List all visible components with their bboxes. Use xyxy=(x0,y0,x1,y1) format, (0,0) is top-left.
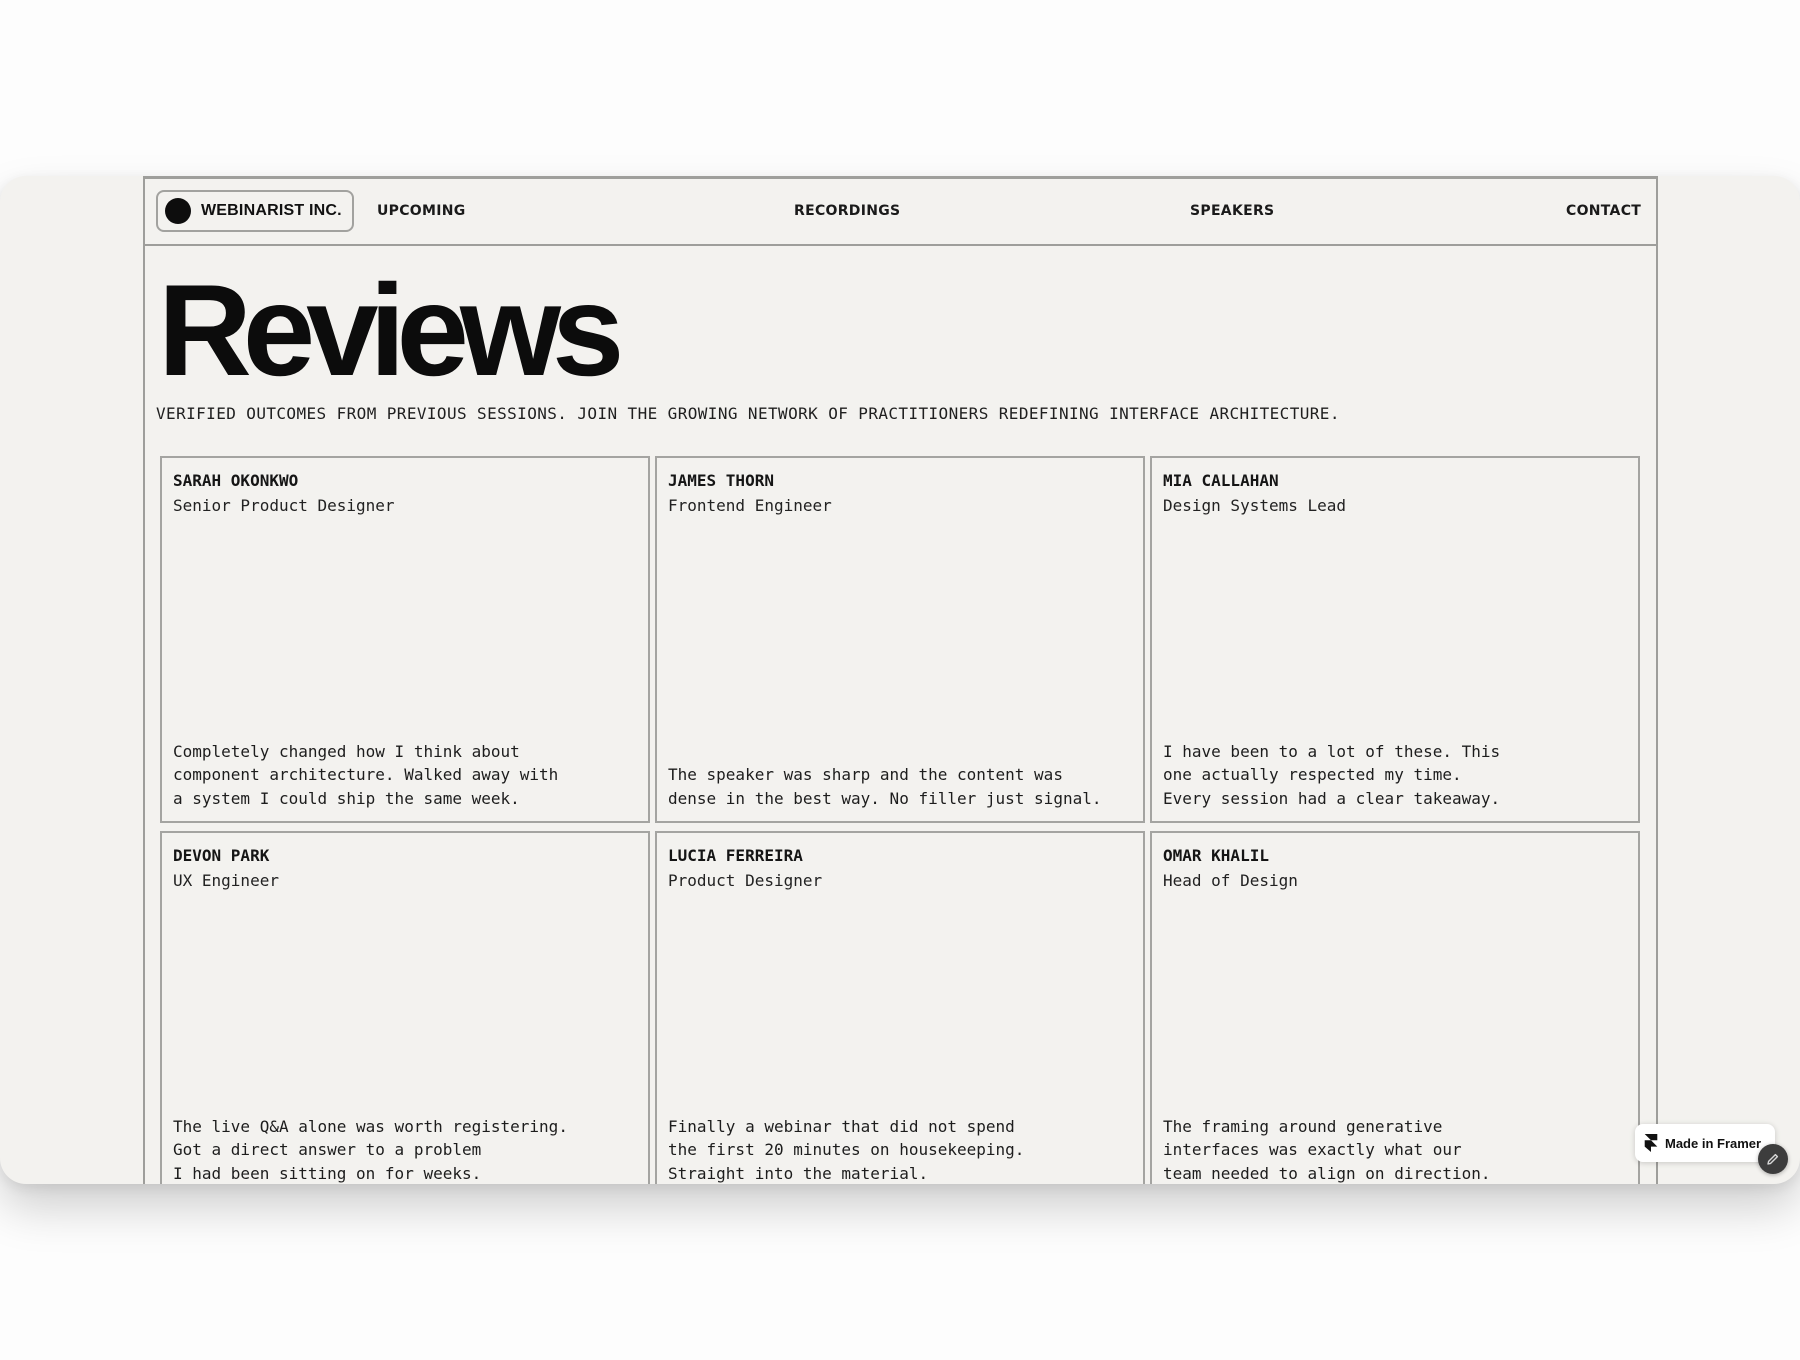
brand-name: WEBINARIST INC. xyxy=(201,202,342,219)
reviewer-role: UX Engineer xyxy=(173,871,279,890)
review-quote: Completely changed how I think about com… xyxy=(173,741,559,808)
reviewer-role: Product Designer xyxy=(668,871,823,890)
reviewer-role: Frontend Engineer xyxy=(668,496,832,515)
review-card: MIA CALLAHAN Design Systems Lead I have … xyxy=(1150,456,1640,823)
reviewer-role: Head of Design xyxy=(1163,871,1298,890)
logo-dot-icon xyxy=(165,198,191,224)
review-card: LUCIA FERREIRA Product Designer Finally … xyxy=(655,831,1145,1184)
nav-contact[interactable]: CONTACT xyxy=(1566,203,1641,219)
reviews-grid: SARAH OKONKWO Senior Product Designer Co… xyxy=(160,456,1641,1184)
reviewer-name: JAMES THORN xyxy=(668,471,774,490)
review-card: OMAR KHALIL Head of Design The framing a… xyxy=(1150,831,1640,1184)
page-frame: WEBINARIST INC. UPCOMING RECORDINGS SPEA… xyxy=(143,176,1658,1184)
review-quote: I have been to a lot of these. This one … xyxy=(1163,741,1501,808)
made-in-framer-badge[interactable]: Made in Framer xyxy=(1635,1124,1775,1162)
review-card: DEVON PARK UX Engineer The live Q&A alon… xyxy=(160,831,650,1184)
review-quote: The speaker was sharp and the content wa… xyxy=(668,765,1102,808)
badge-label: Made in Framer xyxy=(1665,1135,1762,1151)
nav-recordings[interactable]: RECORDINGS xyxy=(794,203,900,219)
browser-viewport: WEBINARIST INC. UPCOMING RECORDINGS SPEA… xyxy=(0,176,1800,1184)
framer-icon xyxy=(1644,1134,1658,1152)
review-quote: The framing around generative interfaces… xyxy=(1163,1116,1491,1183)
brand-logo[interactable]: WEBINARIST INC. xyxy=(156,190,354,232)
review-quote: The live Q&A alone was worth registering… xyxy=(173,1116,568,1183)
reviewer-name: OMAR KHALIL xyxy=(1163,846,1269,865)
top-nav: WEBINARIST INC. UPCOMING RECORDINGS SPEA… xyxy=(145,179,1656,246)
reviewer-name: LUCIA FERREIRA xyxy=(668,846,803,865)
nav-upcoming[interactable]: UPCOMING xyxy=(377,203,466,219)
review-quote: Finally a webinar that did not spend the… xyxy=(668,1116,1025,1183)
reviewer-name: MIA CALLAHAN xyxy=(1163,471,1279,490)
review-card: SARAH OKONKWO Senior Product Designer Co… xyxy=(160,456,650,823)
reviewer-role: Design Systems Lead xyxy=(1163,496,1347,515)
pencil-icon xyxy=(1767,1153,1779,1165)
reviewer-name: SARAH OKONKWO xyxy=(173,471,299,490)
page-subtitle: VERIFIED OUTCOMES FROM PREVIOUS SESSIONS… xyxy=(156,404,1340,423)
page-title: Reviews xyxy=(158,257,624,403)
reviewer-name: DEVON PARK xyxy=(173,846,270,865)
nav-speakers[interactable]: SPEAKERS xyxy=(1190,203,1274,219)
reviewer-role: Senior Product Designer xyxy=(173,496,395,515)
edit-button[interactable] xyxy=(1758,1144,1788,1174)
review-card: JAMES THORN Frontend Engineer The speake… xyxy=(655,456,1145,823)
